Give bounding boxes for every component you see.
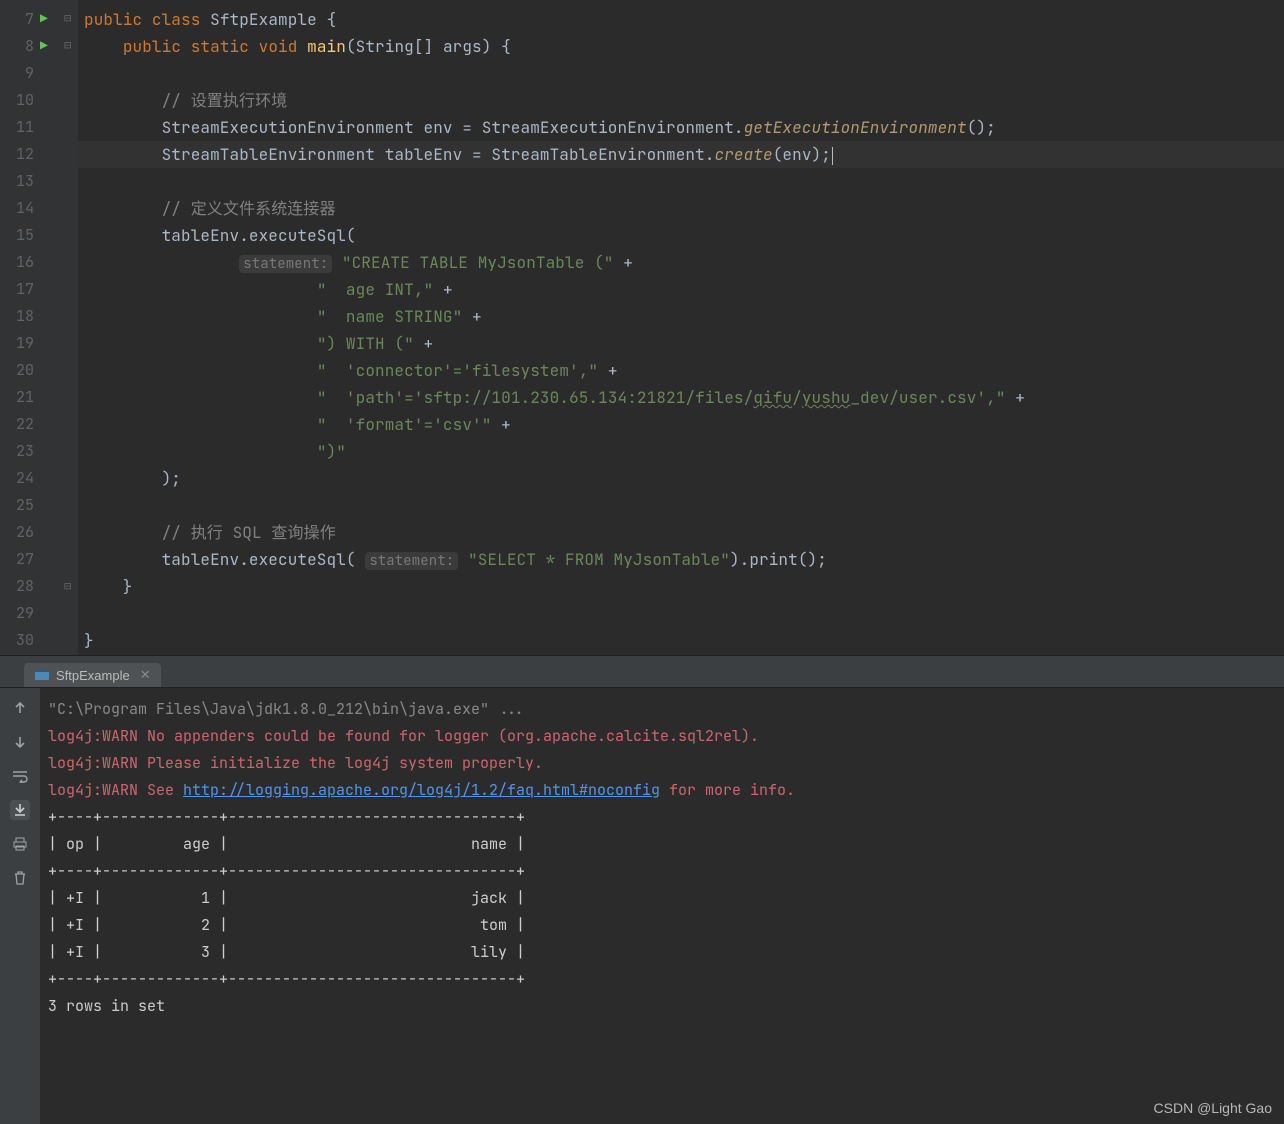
console-line: log4j:WARN Please initialize the log4j s… bbox=[48, 750, 1276, 777]
code-line[interactable] bbox=[78, 168, 1284, 195]
line-number: 26 bbox=[0, 519, 64, 546]
code-line[interactable]: " 'format'='csv'" + bbox=[78, 411, 1284, 438]
line-number: 15 bbox=[0, 222, 64, 249]
line-number: 21 bbox=[0, 384, 64, 411]
line-number: 22 bbox=[0, 411, 64, 438]
line-number: 11 bbox=[0, 114, 64, 141]
scroll-to-end-icon[interactable] bbox=[10, 800, 30, 820]
console-icon bbox=[34, 667, 50, 683]
code-line[interactable]: " 'path'='sftp://101.230.65.134:21821/fi… bbox=[78, 384, 1284, 411]
trash-icon[interactable] bbox=[10, 868, 30, 888]
code-line[interactable]: } bbox=[78, 573, 1284, 600]
fold-column: ⊟ ⊟ ⊟ bbox=[64, 0, 78, 655]
code-line[interactable] bbox=[78, 492, 1284, 519]
up-icon[interactable] bbox=[10, 698, 30, 718]
code-line[interactable]: public class SftpExample { bbox=[78, 6, 1284, 33]
line-number: 13 bbox=[0, 168, 64, 195]
code-line[interactable]: // 执行 SQL 查询操作 bbox=[78, 519, 1284, 546]
console-output[interactable]: "C:\Program Files\Java\jdk1.8.0_212\bin\… bbox=[40, 688, 1284, 1124]
run-tab-label: SftpExample bbox=[56, 668, 130, 683]
line-number: 14 bbox=[0, 195, 64, 222]
code-line[interactable]: " 'connector'='filesystem'," + bbox=[78, 357, 1284, 384]
line-number: 24 bbox=[0, 465, 64, 492]
console-line: log4j:WARN See http://logging.apache.org… bbox=[48, 777, 1276, 804]
line-number: 20 bbox=[0, 357, 64, 384]
run-console: "C:\Program Files\Java\jdk1.8.0_212\bin\… bbox=[0, 688, 1284, 1124]
code-area[interactable]: public class SftpExample { public static… bbox=[78, 0, 1284, 655]
watermark: CSDN @Light Gao bbox=[1154, 1100, 1272, 1116]
line-number: 12 bbox=[0, 141, 64, 168]
console-toolbar bbox=[0, 688, 40, 1124]
line-number: 29 bbox=[0, 600, 64, 627]
code-line[interactable]: StreamTableEnvironment tableEnv = Stream… bbox=[78, 141, 1284, 168]
run-tab[interactable]: SftpExample ✕ bbox=[24, 663, 161, 687]
fold-icon[interactable]: ⊟ bbox=[64, 37, 71, 53]
line-number: 18 bbox=[0, 303, 64, 330]
console-line: "C:\Program Files\Java\jdk1.8.0_212\bin\… bbox=[48, 696, 1276, 723]
code-line[interactable]: ); bbox=[78, 465, 1284, 492]
run-gutter-icon[interactable]: ▶ bbox=[40, 37, 48, 54]
code-editor[interactable]: ▶ ▶ 789101112131415161718192021222324252… bbox=[0, 0, 1284, 656]
line-number: 19 bbox=[0, 330, 64, 357]
line-number: 28 bbox=[0, 573, 64, 600]
console-line: | op | age | name | bbox=[48, 831, 1276, 858]
close-icon[interactable]: ✕ bbox=[140, 667, 151, 683]
print-icon[interactable] bbox=[10, 834, 30, 854]
run-tab-bar: SftpExample ✕ bbox=[0, 656, 1284, 688]
line-number: 27 bbox=[0, 546, 64, 573]
code-line[interactable]: tableEnv.executeSql( bbox=[78, 222, 1284, 249]
line-gutter: ▶ ▶ 789101112131415161718192021222324252… bbox=[0, 0, 64, 655]
code-line[interactable]: // 定义文件系统连接器 bbox=[78, 195, 1284, 222]
line-number: 30 bbox=[0, 627, 64, 654]
console-line: | +I | 2 | tom | bbox=[48, 912, 1276, 939]
run-gutter-icon[interactable]: ▶ bbox=[40, 10, 48, 27]
code-line[interactable]: " name STRING" + bbox=[78, 303, 1284, 330]
code-line[interactable]: tableEnv.executeSql( statement: "SELECT … bbox=[78, 546, 1284, 573]
code-line[interactable]: ")" bbox=[78, 438, 1284, 465]
ide-window: ▶ ▶ 789101112131415161718192021222324252… bbox=[0, 0, 1284, 1124]
code-line[interactable] bbox=[78, 600, 1284, 627]
fold-icon[interactable]: ⊟ bbox=[64, 10, 71, 26]
console-line: 3 rows in set bbox=[48, 993, 1276, 1020]
line-number: 8 bbox=[0, 33, 64, 60]
console-line: | +I | 1 | jack | bbox=[48, 885, 1276, 912]
code-line[interactable]: ") WITH (" + bbox=[78, 330, 1284, 357]
code-line[interactable]: // 设置执行环境 bbox=[78, 87, 1284, 114]
code-line[interactable] bbox=[78, 60, 1284, 87]
line-number: 7 bbox=[0, 6, 64, 33]
console-line: +----+-------------+--------------------… bbox=[48, 966, 1276, 993]
fold-icon[interactable]: ⊟ bbox=[64, 578, 71, 594]
code-line[interactable]: statement: "CREATE TABLE MyJsonTable (" … bbox=[78, 249, 1284, 276]
console-line: log4j:WARN No appenders could be found f… bbox=[48, 723, 1276, 750]
console-line: | +I | 3 | lily | bbox=[48, 939, 1276, 966]
line-number: 16 bbox=[0, 249, 64, 276]
console-line: +----+-------------+--------------------… bbox=[48, 804, 1276, 831]
line-number: 25 bbox=[0, 492, 64, 519]
line-number: 17 bbox=[0, 276, 64, 303]
line-number: 23 bbox=[0, 438, 64, 465]
code-line[interactable]: StreamExecutionEnvironment env = StreamE… bbox=[78, 114, 1284, 141]
line-number: 10 bbox=[0, 87, 64, 114]
code-line[interactable]: " age INT," + bbox=[78, 276, 1284, 303]
wrap-icon[interactable] bbox=[10, 766, 30, 786]
console-line: +----+-------------+--------------------… bbox=[48, 858, 1276, 885]
code-line[interactable]: } bbox=[78, 627, 1284, 654]
code-line[interactable]: public static void main(String[] args) { bbox=[78, 33, 1284, 60]
down-icon[interactable] bbox=[10, 732, 30, 752]
line-number: 9 bbox=[0, 60, 64, 87]
